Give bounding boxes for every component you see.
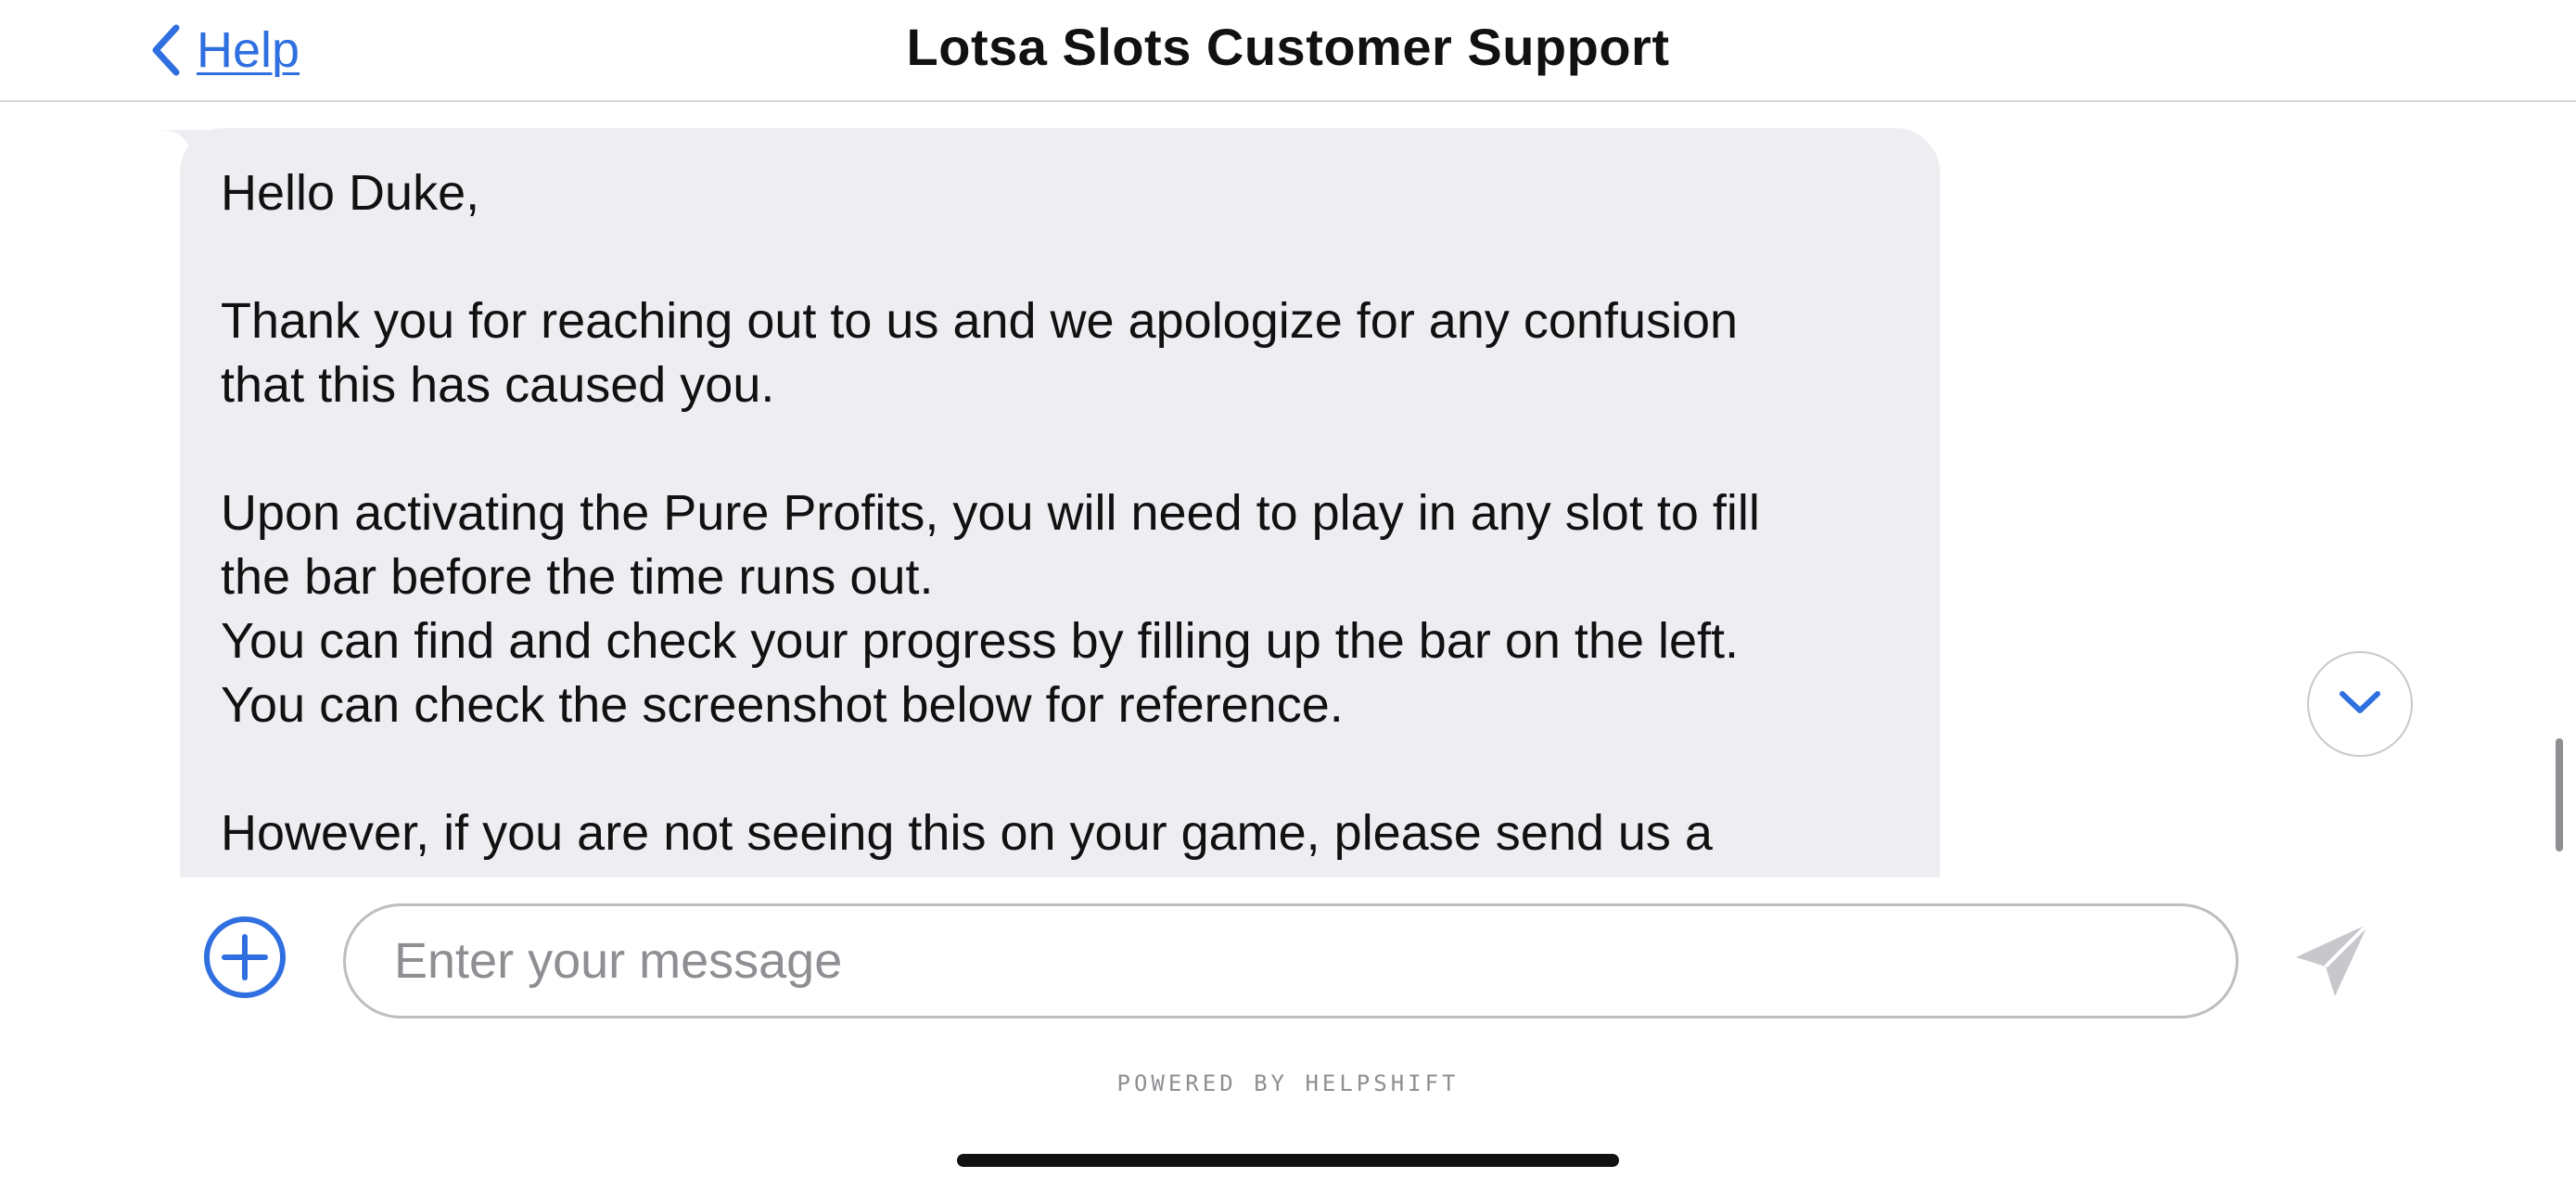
home-indicator[interactable] xyxy=(957,1154,1619,1167)
message-line: the bar before the time runs out. xyxy=(221,549,934,605)
navigation-bar: Help Lotsa Slots Customer Support xyxy=(0,0,2576,102)
message-line: that this has caused you. xyxy=(221,357,775,413)
message-list[interactable]: 9:01 AM Hello Duke, Thank you for reachi… xyxy=(0,100,2576,877)
message-line: You can find and check your progress by … xyxy=(221,613,1740,669)
message-line xyxy=(221,737,1899,801)
message-line: Upon activating the Pure Profits, you wi… xyxy=(221,485,1760,541)
message-line: You can check the screenshot below for r… xyxy=(221,677,1344,733)
message-line: However, if you are not seeing this on y… xyxy=(221,805,1713,861)
paper-plane-icon xyxy=(2290,922,2374,1005)
chevron-down-icon xyxy=(2338,688,2382,721)
message-text: Hello Duke, Thank you for reaching out t… xyxy=(221,161,1899,877)
message-line: Thank you for reaching out to us and we … xyxy=(221,293,1739,349)
plus-circle-icon xyxy=(202,916,287,1004)
agent-message-bubble: Hello Duke, Thank you for reaching out t… xyxy=(180,128,1940,877)
message-composer xyxy=(0,877,2576,1026)
send-button[interactable] xyxy=(2290,918,2374,1002)
scrollbar-thumb[interactable] xyxy=(2556,738,2563,852)
scroll-to-bottom-button[interactable] xyxy=(2307,651,2413,757)
attach-button[interactable] xyxy=(202,915,287,1000)
page-title: Lotsa Slots Customer Support xyxy=(906,18,1670,76)
message-input[interactable] xyxy=(343,903,2238,1018)
chat-screen: Help Lotsa Slots Customer Support 9:01 A… xyxy=(0,0,2576,1191)
message-line: screenshot so we can look into it for fu… xyxy=(221,865,1899,877)
message-line: Hello Duke, xyxy=(221,165,480,221)
message-line xyxy=(221,417,1899,481)
message-line xyxy=(221,225,1899,289)
powered-by-label: POWERED BY HELPSHIFT xyxy=(1116,1070,1460,1096)
